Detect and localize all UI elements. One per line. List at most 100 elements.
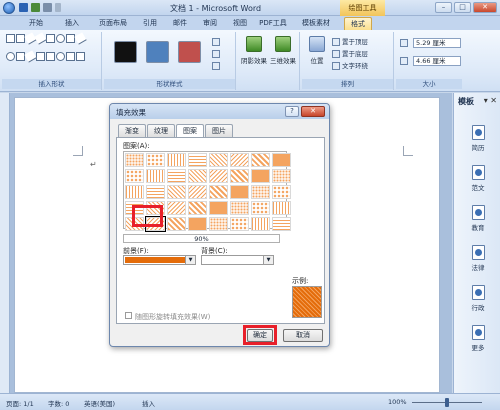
pattern-swatch[interactable] <box>272 217 291 231</box>
pattern-swatch[interactable] <box>230 169 249 183</box>
pattern-swatch[interactable] <box>209 169 228 183</box>
style-swatch-red[interactable] <box>178 41 201 63</box>
status-language[interactable]: 英语(美国) <box>84 398 115 408</box>
close-button[interactable]: ✕ <box>473 2 497 13</box>
pattern-swatch[interactable] <box>188 201 207 215</box>
pattern-swatch[interactable] <box>230 153 249 167</box>
pattern-swatch[interactable] <box>251 185 270 199</box>
style-swatch-black[interactable] <box>114 41 137 63</box>
shape-arrow-icon[interactable] <box>34 32 47 45</box>
pattern-swatch[interactable] <box>230 185 249 199</box>
cancel-button[interactable]: 取消 <box>283 329 323 342</box>
height-input[interactable]: 5.29 厘米 <box>413 38 461 48</box>
pattern-swatch[interactable] <box>167 185 186 199</box>
3d-effects-button[interactable]: 三维效果 <box>270 36 296 65</box>
customize-qat-icon[interactable] <box>55 3 61 12</box>
save-icon[interactable] <box>19 3 28 12</box>
pattern-swatch[interactable] <box>167 217 186 231</box>
shape-square-icon[interactable] <box>16 51 25 61</box>
pattern-swatch[interactable] <box>167 169 186 183</box>
pattern-swatch[interactable] <box>209 201 228 215</box>
undo-icon[interactable] <box>31 3 40 12</box>
tab-pattern[interactable]: 图案 <box>176 124 204 138</box>
shape-triangle-icon[interactable] <box>66 34 75 43</box>
tab-format[interactable]: 格式 <box>344 17 372 30</box>
pattern-swatch[interactable] <box>125 153 144 167</box>
tab-page-layout[interactable]: 页面布局 <box>94 17 132 30</box>
status-page[interactable]: 页面: 1/1 <box>6 398 34 408</box>
pattern-swatch[interactable] <box>188 169 207 183</box>
tab-references[interactable]: 引用 <box>138 17 162 30</box>
pattern-swatch[interactable] <box>146 185 165 199</box>
tab-template-materials[interactable]: 模板素材 <box>298 17 334 30</box>
pattern-swatch[interactable] <box>167 153 186 167</box>
pattern-swatch[interactable] <box>209 153 228 167</box>
help-button[interactable]: ? <box>285 106 299 117</box>
text-wrapping-button[interactable]: 文字环绕 <box>332 60 368 70</box>
zoom-slider-thumb[interactable] <box>445 398 449 407</box>
shape-oval-icon[interactable] <box>56 34 65 43</box>
shape-callout-icon[interactable] <box>56 51 65 61</box>
tab-mailings[interactable]: 邮件 <box>168 17 192 30</box>
status-mode[interactable]: 插入 <box>142 398 155 408</box>
zoom-level[interactable]: 100% <box>388 398 407 406</box>
shape-rectangle-icon[interactable] <box>46 34 55 43</box>
pattern-swatch[interactable] <box>146 153 165 167</box>
pattern-swatch[interactable] <box>167 201 186 215</box>
pane-close-icon[interactable]: ▾ ✕ <box>484 96 497 105</box>
tab-gradient[interactable]: 渐变 <box>118 124 146 137</box>
rotate-with-shape-checkbox[interactable] <box>125 312 132 319</box>
shadow-effects-button[interactable]: 阴影效果 <box>241 36 267 65</box>
pane-item-admin[interactable]: 行政 <box>462 285 494 312</box>
pattern-swatch[interactable] <box>125 185 144 199</box>
bring-to-front-button[interactable]: 置于顶层 <box>332 36 368 46</box>
pattern-swatch[interactable] <box>272 201 291 215</box>
pattern-swatch[interactable] <box>251 169 270 183</box>
dialog-close-button[interactable]: ✕ <box>301 106 325 117</box>
shape-elbow-icon[interactable] <box>74 32 87 45</box>
shape-outline-icon[interactable] <box>212 50 222 58</box>
tab-home[interactable]: 开始 <box>24 17 48 30</box>
pattern-swatch[interactable] <box>188 153 207 167</box>
pattern-swatch[interactable] <box>209 217 228 231</box>
shape-curve-icon[interactable] <box>24 49 37 63</box>
office-button[interactable] <box>3 2 15 14</box>
redo-icon[interactable] <box>43 3 52 12</box>
pane-item-resume[interactable]: 简历 <box>462 125 494 152</box>
background-color-select[interactable]: ▼ <box>201 255 274 265</box>
pattern-swatch[interactable] <box>251 201 270 215</box>
shape-brace-icon[interactable] <box>36 51 45 61</box>
pane-item-law[interactable]: 法律 <box>462 245 494 272</box>
pattern-swatch[interactable] <box>251 153 270 167</box>
pattern-swatch[interactable] <box>272 153 291 167</box>
pattern-swatch[interactable] <box>188 185 207 199</box>
position-button[interactable]: 位置 <box>304 36 330 65</box>
pattern-swatch[interactable] <box>146 169 165 183</box>
status-words[interactable]: 字数: 0 <box>48 398 69 408</box>
pane-item-education[interactable]: 教育 <box>462 205 494 232</box>
style-swatch-blue[interactable] <box>146 41 169 63</box>
tab-review[interactable]: 审阅 <box>198 17 222 30</box>
shape-fill-icon[interactable] <box>212 38 222 46</box>
width-input[interactable]: 4.66 厘米 <box>413 56 461 66</box>
pane-item-sample[interactable]: 范文 <box>462 165 494 192</box>
tab-picture[interactable]: 图片 <box>205 124 233 137</box>
tab-insert[interactable]: 插入 <box>60 17 84 30</box>
send-to-back-button[interactable]: 置于底层 <box>332 48 368 58</box>
shape-more-icon[interactable] <box>76 51 85 61</box>
pattern-swatch[interactable] <box>272 185 291 199</box>
shape-textbox-vertical-icon[interactable] <box>16 34 25 43</box>
pattern-swatch[interactable] <box>230 217 249 231</box>
shape-circle-icon[interactable] <box>6 51 15 61</box>
maximize-button[interactable]: □ <box>454 2 471 13</box>
foreground-color-select[interactable]: ▼ <box>123 255 196 265</box>
shape-textbox-icon[interactable] <box>6 34 15 43</box>
shape-block-arrow-icon[interactable] <box>66 51 75 61</box>
change-shape-icon[interactable] <box>212 62 222 70</box>
pane-item-more[interactable]: 更多 <box>462 325 494 352</box>
pattern-swatch[interactable] <box>125 169 144 183</box>
pattern-swatch[interactable] <box>209 185 228 199</box>
pattern-swatch[interactable] <box>230 201 249 215</box>
tab-pdf-tools[interactable]: PDF工具 <box>256 17 290 30</box>
tab-view[interactable]: 视图 <box>228 17 252 30</box>
